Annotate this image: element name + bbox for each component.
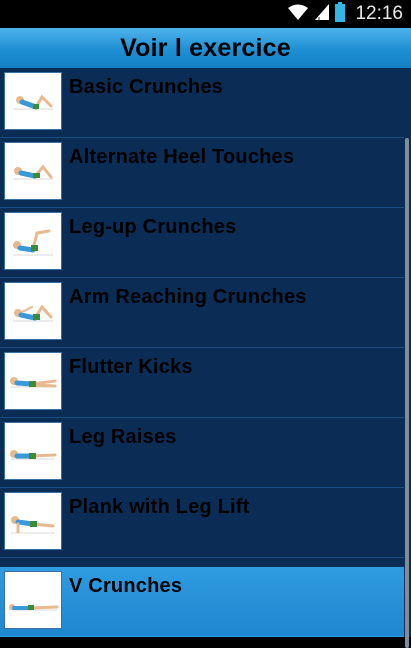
arm-reaching-figure-icon — [4, 282, 62, 340]
battery-icon — [335, 1, 346, 27]
exercise-item-leg-up-crunches[interactable]: Leg-up Crunches — [0, 208, 404, 278]
exercise-item-basic-crunches[interactable]: Basic Crunches — [0, 68, 404, 138]
exercise-item-arm-reaching-crunches[interactable]: Arm Reaching Crunches — [0, 278, 404, 348]
title-bar: Voir l exercice — [0, 28, 411, 69]
exercise-item-plank-with-leg-lift[interactable]: Plank with Leg Lift — [0, 488, 404, 558]
leg-raises-figure-icon — [4, 422, 62, 480]
exercise-label: Basic Crunches — [69, 76, 223, 98]
exercise-item-v-crunches[interactable]: V Crunches — [0, 567, 404, 637]
status-bar: 12:16 — [0, 0, 411, 28]
exercise-item-alternate-heel-touches[interactable]: Alternate Heel Touches — [0, 138, 404, 208]
leg-up-crunches-figure-icon — [4, 212, 62, 270]
plank-figure-icon — [4, 492, 62, 550]
basic-crunches-figure-icon — [4, 72, 62, 130]
wifi-icon — [287, 3, 309, 26]
exercise-list: Basic Crunches Alternate Heel Touches Le — [0, 68, 411, 648]
exercise-label: Alternate Heel Touches — [69, 146, 295, 168]
v-crunches-figure-icon — [4, 571, 62, 629]
exercise-item-flutter-kicks[interactable]: Flutter Kicks — [0, 348, 404, 418]
scrollbar[interactable] — [405, 138, 409, 648]
exercise-label: Leg Raises — [69, 426, 177, 448]
status-icons: 12:16 — [287, 1, 403, 27]
page-title: Voir l exercice — [120, 33, 291, 62]
flutter-kicks-figure-icon — [4, 352, 62, 410]
signal-icon — [315, 3, 330, 26]
heel-touches-figure-icon — [4, 142, 62, 200]
exercise-label: Plank with Leg Lift — [69, 496, 250, 518]
exercise-label: Flutter Kicks — [69, 356, 193, 378]
status-time: 12:16 — [355, 3, 403, 24]
exercise-label: V Crunches — [69, 575, 183, 597]
exercise-item-leg-raises[interactable]: Leg Raises — [0, 418, 404, 488]
exercise-label: Leg-up Crunches — [69, 216, 237, 238]
exercise-label: Arm Reaching Crunches — [69, 286, 307, 308]
